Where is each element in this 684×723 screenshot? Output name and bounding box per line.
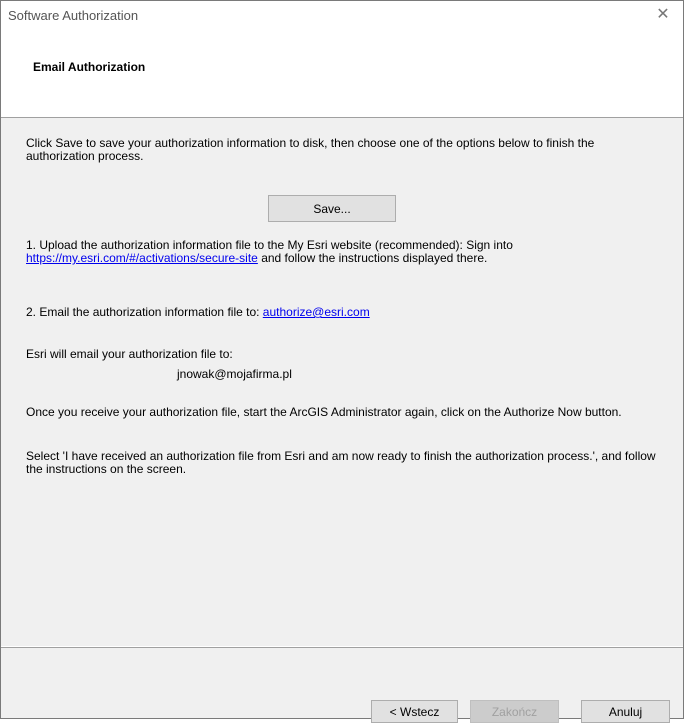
page-title: Email Authorization <box>33 60 146 74</box>
select-instructions: Select 'I have received an authorization… <box>26 449 656 476</box>
user-email: jnowak@mojafirma.pl <box>177 367 292 381</box>
my-esri-link[interactable]: https://my.esri.com/#/activations/secure… <box>26 251 258 265</box>
save-button[interactable]: Save... <box>268 195 396 222</box>
close-icon[interactable]: ✕ <box>643 1 683 29</box>
authorize-email-link[interactable]: authorize@esri.com <box>263 305 370 319</box>
email-notice: Esri will email your authorization file … <box>26 347 233 361</box>
content-panel: Click Save to save your authorization in… <box>1 118 683 646</box>
option1-prefix: 1. Upload the authorization information … <box>26 238 513 252</box>
option2-text: 2. Email the authorization information f… <box>26 306 666 319</box>
title-bar: Software Authorization ✕ <box>1 1 683 29</box>
finish-button[interactable]: Zakończ <box>470 700 559 723</box>
option2-prefix: 2. Email the authorization information f… <box>26 305 263 319</box>
option1-text: 1. Upload the authorization information … <box>26 239 666 265</box>
software-authorization-dialog: Software Authorization ✕ Email Authoriza… <box>0 0 684 723</box>
cancel-button[interactable]: Anuluj <box>581 700 670 723</box>
intro-text: Click Save to save your authorization in… <box>26 136 595 163</box>
receive-instructions: Once you receive your authorization file… <box>26 405 622 419</box>
option1-suffix: and follow the instructions displayed th… <box>257 251 488 265</box>
dialog-footer: < Wstecz Zakończ Anuluj <box>1 647 683 723</box>
window-title: Software Authorization <box>8 8 139 23</box>
back-button[interactable]: < Wstecz <box>371 700 458 723</box>
dialog-header: Email Authorization <box>1 29 683 118</box>
